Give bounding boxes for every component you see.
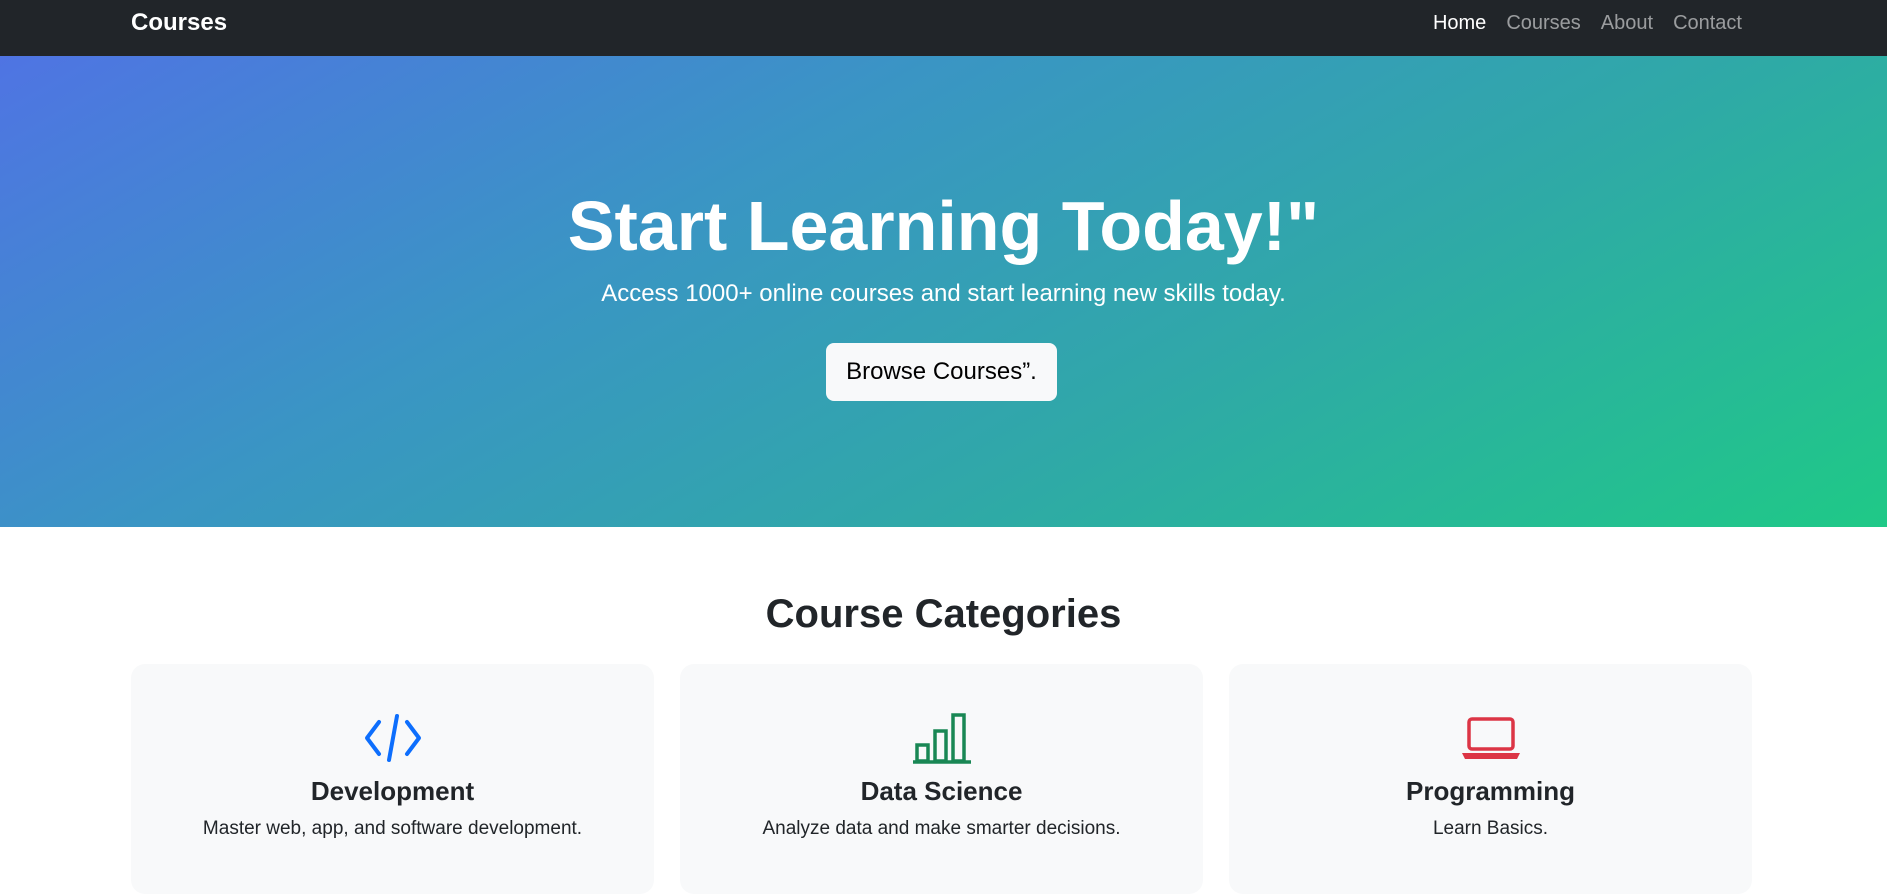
bar-chart-icon: [680, 712, 1203, 764]
categories-heading: Course Categories: [765, 592, 1122, 636]
laptop-icon: [1229, 712, 1752, 764]
category-card-data-science[interactable]: Data Science Analyze data and make smart…: [680, 664, 1203, 894]
category-card-programming[interactable]: Programming Learn Basics.: [1229, 664, 1752, 894]
nav-link-contact[interactable]: Contact: [1673, 8, 1742, 38]
category-title: Programming: [1405, 776, 1576, 806]
nav-links: Home Courses About Contact: [1433, 8, 1742, 38]
hero-section: Start Learning Today!" Access 1000+ onli…: [0, 56, 1887, 527]
category-description: Analyze data and make smarter decisions.: [762, 818, 1121, 839]
category-title: Data Science: [860, 776, 1023, 806]
category-description: Learn Basics.: [1432, 818, 1549, 839]
brand-logo-link[interactable]: Courses: [131, 8, 227, 38]
code-icon: [131, 712, 654, 764]
hero-subtitle: Access 1000+ online courses and start le…: [601, 280, 1286, 307]
nav-link-about[interactable]: About: [1601, 8, 1653, 38]
hero-title: Start Learning Today!": [567, 187, 1320, 265]
nav-link-home[interactable]: Home: [1433, 8, 1486, 38]
category-title: Development: [310, 776, 475, 806]
navbar: Courses Home Courses About Contact: [0, 0, 1887, 56]
nav-link-courses[interactable]: Courses: [1506, 8, 1580, 38]
category-card-development[interactable]: Development Master web, app, and softwar…: [131, 664, 654, 894]
browse-courses-button[interactable]: Browse Courses”.: [826, 343, 1057, 401]
category-description: Master web, app, and software developmen…: [202, 818, 583, 839]
